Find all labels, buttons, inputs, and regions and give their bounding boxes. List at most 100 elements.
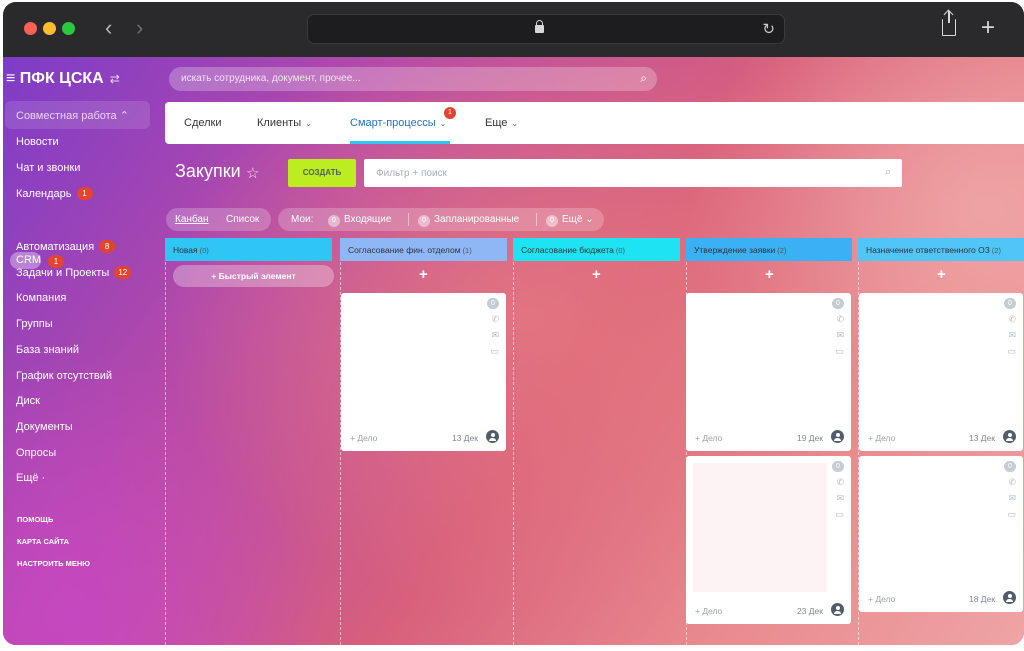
comment-icon[interactable]: ▭ — [490, 346, 499, 357]
comment-icon[interactable]: ▭ — [835, 509, 844, 520]
phone-icon[interactable]: ✆ — [836, 314, 844, 325]
sidebar-item-absence[interactable]: График отсутствий — [16, 370, 112, 382]
create-button[interactable]: СОЗДАТЬ — [288, 159, 356, 187]
notification-badge: 8 — [99, 240, 116, 253]
new-tab-icon[interactable]: + — [981, 14, 995, 42]
sidebar-item-label: График отсутствий — [16, 370, 113, 382]
sidebar-item-chat[interactable]: Чат и звонки — [16, 162, 80, 174]
sidebar-link-help[interactable]: ПОМОЩЬ — [17, 515, 53, 524]
column-title: Утверждение заявки — [694, 245, 776, 255]
switch-icon[interactable]: ⇄ — [110, 72, 120, 86]
sidebar-item-disk[interactable]: Диск — [16, 395, 40, 407]
column-title: Согласование бюджета — [521, 245, 614, 255]
search-icon[interactable]: ⌕ — [885, 166, 891, 179]
sidebar-link-sitemap[interactable]: КАРТА САЙТА — [17, 537, 69, 546]
view-kanban[interactable]: Канбан — [175, 214, 209, 225]
card-preview — [693, 463, 827, 592]
add-icon[interactable]: + — [419, 266, 428, 283]
sidebar-item-knowledge[interactable]: База знаний — [16, 344, 79, 356]
tab-more[interactable]: Еще ⌄ — [485, 117, 518, 129]
kanban-card[interactable]: 0 ✆ ✉ ▭ + Дело 19 Дек — [686, 293, 851, 451]
mail-icon[interactable]: ✉ — [836, 330, 844, 341]
counter-icon: 0 — [1004, 461, 1016, 472]
view-list[interactable]: Список — [226, 214, 259, 225]
search-icon[interactable]: ⌕ — [640, 71, 647, 86]
sidebar-item-calendar[interactable]: Календарь 1 — [16, 187, 93, 200]
sidebar-group-collab[interactable]: Совместная работа ⌃ — [5, 101, 150, 129]
sidebar-item-polls[interactable]: Опросы — [16, 447, 56, 459]
sidebar-item-label: Новости — [16, 136, 59, 148]
sidebar-item-groups[interactable]: Группы — [16, 318, 53, 330]
counter-incoming[interactable]: 0 Входящие — [328, 214, 391, 227]
tab-clients[interactable]: Клиенты ⌄ — [257, 117, 312, 129]
add-activity-link[interactable]: + Дело — [695, 606, 722, 616]
mail-icon[interactable]: ✉ — [491, 330, 499, 341]
sidebar-item-company[interactable]: Компания — [16, 292, 66, 304]
column-count: (1) — [462, 246, 472, 255]
tab-label: Сделки — [184, 117, 222, 129]
user-avatar-icon[interactable] — [831, 603, 844, 616]
counter-more[interactable]: 0 Ещё ⌄ — [546, 214, 594, 227]
add-activity-link[interactable]: + Дело — [350, 433, 377, 443]
portal-logo[interactable]: ≡ ПФК ЦСКА ⇄ — [6, 70, 120, 88]
mail-icon[interactable]: ✉ — [1008, 493, 1016, 504]
reload-icon[interactable]: ↻ — [762, 20, 775, 38]
browser-window: ‹ › ↻ + ≡ ПФК ЦСКА ⇄ искать сотрудника, д… — [3, 2, 1024, 645]
add-activity-link[interactable]: + Дело — [868, 594, 895, 604]
column-header-assign[interactable]: Назначение ответственного ОЗ (2) — [858, 238, 1024, 261]
kanban-card[interactable]: 0 ✆ ✉ ▭ + Дело 13 Дек — [341, 293, 506, 451]
sidebar-link-configure-menu[interactable]: НАСТРОИТЬ МЕНЮ — [17, 559, 90, 568]
separator — [408, 213, 409, 226]
user-avatar-icon[interactable] — [1003, 591, 1016, 604]
sidebar-item-news[interactable]: Новости — [16, 136, 59, 148]
column-header-request-approval[interactable]: Утверждение заявки (2) — [686, 238, 852, 261]
column-header-fin-approval[interactable]: Согласование фин. отделом (1) — [340, 238, 507, 261]
column-header-budget[interactable]: Согласование бюджета (0) — [513, 238, 680, 261]
star-icon[interactable]: ☆ — [246, 164, 259, 182]
phone-icon[interactable]: ✆ — [491, 314, 499, 325]
minimize-dot[interactable] — [43, 22, 56, 35]
add-icon[interactable]: + — [592, 266, 601, 283]
column-header-new[interactable]: Новая (0) — [165, 238, 332, 261]
card-date: 13 Дек — [451, 433, 478, 443]
zoom-dot[interactable] — [62, 22, 75, 35]
sidebar-item-tasks[interactable]: Задачи и Проекты 12 — [16, 266, 132, 279]
sidebar-item-more[interactable]: Ещё · — [16, 472, 45, 484]
add-icon[interactable]: + — [937, 266, 946, 283]
address-bar[interactable]: ↻ — [307, 14, 785, 44]
tab-label: Клиенты — [257, 117, 302, 129]
phone-icon[interactable]: ✆ — [1008, 477, 1016, 488]
kanban-card[interactable]: 0 ✆ ✉ ▭ + Дело 18 Дек — [859, 456, 1023, 612]
sidebar-item-automation[interactable]: Автоматизация 8 — [16, 240, 116, 253]
counter-badge: 0 — [418, 215, 430, 227]
sidebar: Совместная работа ⌃ Новости Чат и звонки… — [3, 101, 151, 645]
sidebar-item-documents[interactable]: Документы — [16, 421, 73, 433]
filter-search-input[interactable]: Фильтр + поиск ⌕ — [364, 159, 902, 187]
mail-icon[interactable]: ✉ — [836, 493, 844, 504]
add-activity-link[interactable]: + Дело — [868, 433, 895, 443]
forward-icon[interactable]: › — [136, 16, 143, 40]
global-search-input[interactable]: искать сотрудника, документ, прочее... ⌕ — [169, 67, 657, 91]
user-avatar-icon[interactable] — [486, 430, 499, 443]
comment-icon[interactable]: ▭ — [1007, 346, 1016, 357]
comment-icon[interactable]: ▭ — [1007, 509, 1016, 520]
kanban-card[interactable]: 0 ✆ ✉ ▭ + Дело 13 Дек — [859, 293, 1023, 451]
user-avatar-icon[interactable] — [831, 430, 844, 443]
phone-icon[interactable]: ✆ — [836, 477, 844, 488]
user-avatar-icon[interactable] — [1003, 430, 1016, 443]
back-icon[interactable]: ‹ — [105, 16, 112, 40]
close-dot[interactable] — [24, 22, 37, 35]
phone-icon[interactable]: ✆ — [1008, 314, 1016, 325]
mail-icon[interactable]: ✉ — [1008, 330, 1016, 341]
tab-deals[interactable]: Сделки — [184, 117, 222, 129]
quick-add-button[interactable]: + Быстрый элемент — [173, 265, 334, 287]
add-icon[interactable]: + — [765, 266, 774, 283]
tab-smart-processes[interactable]: Смарт-процессы ⌄ — [350, 117, 446, 129]
counter-planned[interactable]: 0 Запланированные — [418, 214, 519, 227]
comment-icon[interactable]: ▭ — [835, 346, 844, 357]
portal-background: ≡ ПФК ЦСКА ⇄ искать сотрудника, документ,… — [3, 57, 1024, 645]
add-activity-link[interactable]: + Дело — [695, 433, 722, 443]
kanban-card[interactable]: 0 ✆ ✉ ▭ + Дело 23 Дек — [686, 456, 851, 624]
share-icon[interactable] — [942, 11, 956, 36]
card-date: 13 Дек — [968, 433, 995, 443]
